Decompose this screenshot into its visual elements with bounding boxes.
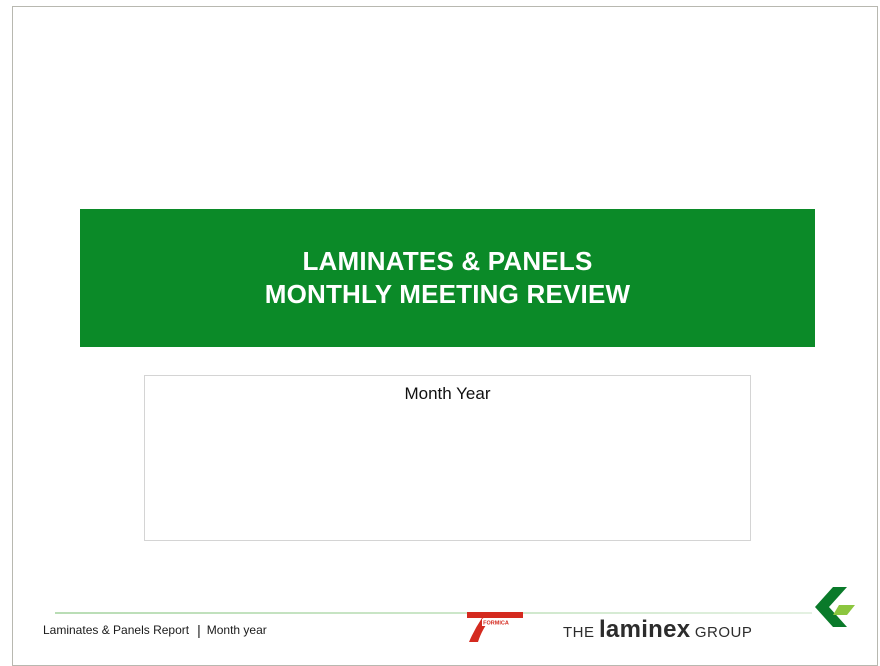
footer-rule [55, 612, 812, 614]
slide: LAMINATES & PANELS MONTHLY MEETING REVIE… [12, 6, 878, 666]
laminex-logo-name: laminex [598, 616, 691, 643]
laminex-group-logo: THE laminex GROUP [563, 616, 752, 644]
title-line-2: MONTHLY MEETING REVIEW [264, 279, 631, 309]
footer-date: Month year [206, 623, 267, 637]
title-band: LAMINATES & PANELS MONTHLY MEETING REVIE… [80, 209, 815, 347]
laminex-chevron-icon [815, 587, 855, 627]
subtitle-box[interactable]: Month Year [144, 375, 751, 541]
subtitle-text: Month Year [404, 384, 491, 403]
formica-logo-icon: FORMICA [467, 612, 523, 642]
laminex-logo-group: GROUP [694, 624, 753, 641]
footer-report-label: Laminates & Panels Report | Month year [43, 622, 267, 638]
title-line-1: LAMINATES & PANELS [302, 246, 593, 276]
footer-report-name: Laminates & Panels Report [43, 623, 190, 637]
formica-logo-text: FORMICA [483, 621, 509, 627]
footer-separator: | [197, 622, 201, 638]
laminex-logo-the: THE [563, 624, 595, 641]
